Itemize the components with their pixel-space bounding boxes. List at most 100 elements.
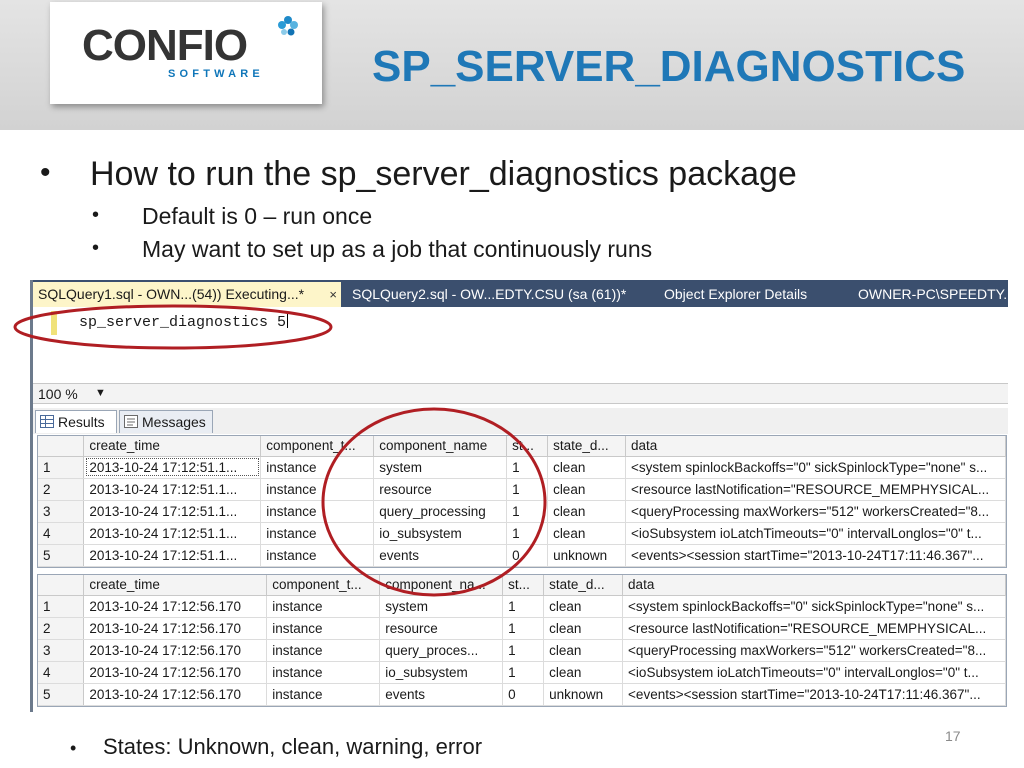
- tab-owner-pc[interactable]: OWNER-PC\SPEEDTY...: [853, 282, 1008, 307]
- table-cell[interactable]: instance: [260, 456, 375, 479]
- column-header[interactable]: create_time: [83, 575, 268, 596]
- table-cell[interactable]: clean: [543, 617, 624, 640]
- table-cell[interactable]: 2013-10-24 17:12:51.1...: [83, 500, 262, 523]
- table-cell[interactable]: <resource lastNotification="RESOURCE_MEM…: [625, 478, 1006, 501]
- table-row[interactable]: 3 2013-10-24 17:12:56.170 instance query_pr…: [38, 639, 1006, 662]
- table-cell[interactable]: <queryProcessing maxWorkers="512" worker…: [622, 639, 1006, 662]
- corner-cell[interactable]: [38, 436, 85, 457]
- results-grid-1[interactable]: create_time component_t... component_name s…: [37, 435, 1007, 568]
- table-cell[interactable]: instance: [260, 544, 375, 567]
- table-cell[interactable]: 1: [506, 478, 549, 501]
- corner-cell[interactable]: [38, 575, 85, 596]
- column-header[interactable]: component_name: [373, 436, 508, 457]
- table-cell[interactable]: query_processing: [373, 500, 508, 523]
- column-header[interactable]: component_t...: [260, 436, 375, 457]
- close-icon[interactable]: ×: [329, 282, 337, 307]
- table-cell[interactable]: io_subsystem: [373, 522, 508, 545]
- table-cell[interactable]: clean: [547, 478, 626, 501]
- table-row[interactable]: 1 2013-10-24 17:12:56.170 instance system 1 c…: [38, 595, 1006, 618]
- table-cell[interactable]: 2013-10-24 17:12:56.170: [83, 661, 268, 684]
- row-number[interactable]: 3: [38, 639, 85, 662]
- table-cell[interactable]: resource: [379, 617, 504, 640]
- table-cell[interactable]: <queryProcessing maxWorkers="512" worker…: [625, 500, 1006, 523]
- table-cell[interactable]: instance: [260, 478, 375, 501]
- table-cell[interactable]: resource: [373, 478, 508, 501]
- table-cell[interactable]: events: [373, 544, 508, 567]
- table-cell[interactable]: instance: [266, 595, 381, 618]
- table-row[interactable]: 2 2013-10-24 17:12:51.1... instance resourc…: [38, 478, 1006, 501]
- row-number[interactable]: 2: [38, 617, 85, 640]
- table-cell[interactable]: 1: [506, 500, 549, 523]
- row-number[interactable]: 2: [38, 478, 85, 501]
- table-cell[interactable]: clean: [543, 595, 624, 618]
- table-cell[interactable]: 2013-10-24 17:12:51.1...: [83, 544, 262, 567]
- column-header[interactable]: component_na...: [379, 575, 504, 596]
- column-header[interactable]: st...: [502, 575, 545, 596]
- table-cell[interactable]: clean: [547, 456, 626, 479]
- table-row[interactable]: 2 2013-10-24 17:12:56.170 instance resource…: [38, 617, 1006, 640]
- column-header[interactable]: create_time: [83, 436, 262, 457]
- table-row[interactable]: 4 2013-10-24 17:12:51.1... instance io_subs…: [38, 522, 1006, 545]
- results-grid-2[interactable]: create_time component_t... component_na...…: [37, 574, 1007, 707]
- table-cell[interactable]: 2013-10-24 17:12:51.1...: [83, 456, 262, 479]
- table-cell[interactable]: unknown: [547, 544, 626, 567]
- table-cell[interactable]: instance: [266, 683, 381, 706]
- table-cell[interactable]: 1: [506, 456, 549, 479]
- tab-results[interactable]: Results: [35, 410, 117, 433]
- table-cell[interactable]: 1: [502, 661, 545, 684]
- tab-messages[interactable]: Messages: [119, 410, 213, 433]
- table-cell[interactable]: instance: [266, 639, 381, 662]
- table-cell[interactable]: 2013-10-24 17:12:51.1...: [83, 478, 262, 501]
- table-cell[interactable]: 2013-10-24 17:12:56.170: [83, 617, 268, 640]
- table-cell[interactable]: <system spinlockBackoffs="0" sickSpinloc…: [622, 595, 1006, 618]
- tab-sqlquery2[interactable]: SQLQuery2.sql - OW...EDTY.CSU (sa (61))*: [347, 282, 647, 307]
- table-row[interactable]: 3 2013-10-24 17:12:51.1... instance query_p…: [38, 500, 1006, 523]
- table-cell[interactable]: events: [379, 683, 504, 706]
- table-cell[interactable]: <system spinlockBackoffs="0" sickSpinloc…: [625, 456, 1006, 479]
- table-row[interactable]: 4 2013-10-24 17:12:56.170 instance io_subsy…: [38, 661, 1006, 684]
- query-editor[interactable]: sp_server_diagnostics 5: [33, 307, 1008, 387]
- table-cell[interactable]: 1: [502, 639, 545, 662]
- table-cell[interactable]: 1: [502, 595, 545, 618]
- row-number[interactable]: 4: [38, 661, 85, 684]
- table-row[interactable]: 5 2013-10-24 17:12:56.170 instance events 0 u…: [38, 683, 1006, 706]
- table-cell[interactable]: system: [373, 456, 508, 479]
- zoom-select[interactable]: 100 %: [38, 386, 78, 402]
- row-number[interactable]: 5: [38, 544, 85, 567]
- table-cell[interactable]: 2013-10-24 17:12:56.170: [83, 639, 268, 662]
- table-cell[interactable]: 0: [506, 544, 549, 567]
- column-header[interactable]: data: [625, 436, 1006, 457]
- table-cell[interactable]: instance: [260, 522, 375, 545]
- table-cell[interactable]: query_proces...: [379, 639, 504, 662]
- table-cell[interactable]: system: [379, 595, 504, 618]
- tab-sqlquery1[interactable]: SQLQuery1.sql - OWN...(54)) Executing...…: [33, 282, 341, 307]
- table-cell[interactable]: 2013-10-24 17:12:56.170: [83, 595, 268, 618]
- table-cell[interactable]: <events><session startTime="2013-10-24T1…: [625, 544, 1006, 567]
- row-number[interactable]: 1: [38, 595, 85, 618]
- row-number[interactable]: 5: [38, 683, 85, 706]
- row-number[interactable]: 3: [38, 500, 85, 523]
- table-cell[interactable]: clean: [547, 522, 626, 545]
- chevron-down-icon[interactable]: ▼: [95, 387, 106, 399]
- table-row[interactable]: 5 2013-10-24 17:12:51.1... instance events 0…: [38, 544, 1006, 567]
- table-cell[interactable]: 0: [502, 683, 545, 706]
- column-header[interactable]: data: [622, 575, 1006, 596]
- table-cell[interactable]: clean: [543, 661, 624, 684]
- column-header[interactable]: state_d...: [547, 436, 626, 457]
- table-cell[interactable]: <resource lastNotification="RESOURCE_MEM…: [622, 617, 1006, 640]
- table-cell[interactable]: 1: [506, 522, 549, 545]
- column-header[interactable]: component_t...: [266, 575, 381, 596]
- table-row[interactable]: 1 2013-10-24 17:12:51.1... instance system 1…: [38, 456, 1006, 479]
- table-cell[interactable]: clean: [543, 639, 624, 662]
- table-cell[interactable]: 1: [502, 617, 545, 640]
- table-cell[interactable]: io_subsystem: [379, 661, 504, 684]
- table-cell[interactable]: instance: [266, 661, 381, 684]
- table-cell[interactable]: 2013-10-24 17:12:56.170: [83, 683, 268, 706]
- table-cell[interactable]: <ioSubsystem ioLatchTimeouts="0" interva…: [622, 661, 1006, 684]
- table-cell[interactable]: <ioSubsystem ioLatchTimeouts="0" interva…: [625, 522, 1006, 545]
- column-header[interactable]: state_d...: [543, 575, 624, 596]
- table-cell[interactable]: unknown: [543, 683, 624, 706]
- table-cell[interactable]: instance: [260, 500, 375, 523]
- row-number[interactable]: 1: [38, 456, 85, 479]
- table-cell[interactable]: <events><session startTime="2013-10-24T1…: [622, 683, 1006, 706]
